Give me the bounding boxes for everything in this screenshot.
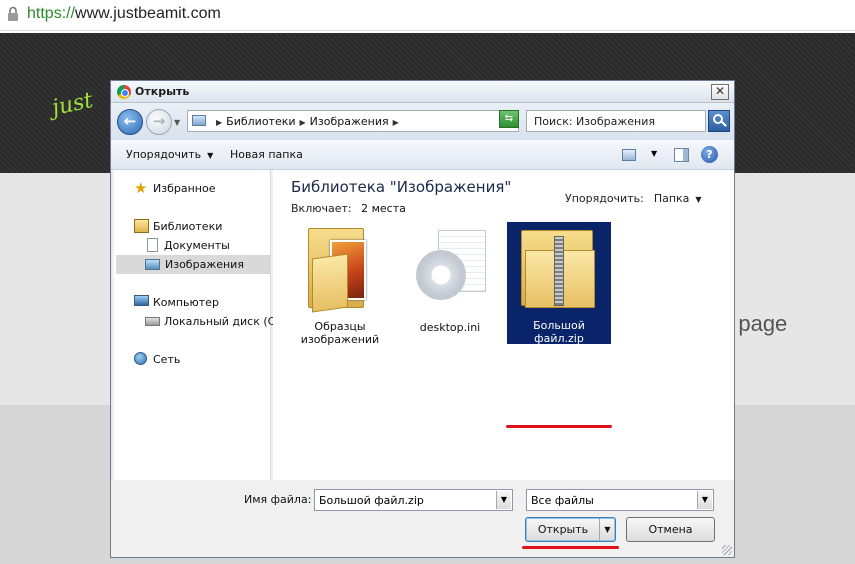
forward-button[interactable]: → [146,109,172,135]
file-item-big-zip[interactable]: Большой файл.zip [507,222,611,345]
command-toolbar: Упорядочить ▼ Новая папка ▼ ? [111,140,734,170]
chevron-right-icon[interactable]: ▶ [393,118,399,127]
computer-icon [134,295,149,306]
breadcrumb-images[interactable]: Изображения [310,115,389,128]
nav-item-favorites[interactable]: ★ Избранное [134,179,269,198]
hard-drive-icon [145,317,160,326]
chevron-down-icon[interactable]: ▼ [496,491,511,509]
address-bar[interactable]: ▶Библиотеки▶Изображения▶ ▼ [187,110,519,132]
file-type-value: Все файлы [531,494,594,507]
address-row: ← → ▼ ▶Библиотеки▶Изображения▶ ▼ ⇆ Поиск… [111,104,734,140]
dialog-footer: Имя файла: Большой файл.zip ▼ Все файлы … [111,480,734,557]
help-icon[interactable]: ? [701,146,718,163]
arrange-by: Упорядочить: Папка ▼ [565,192,702,205]
library-icon [192,115,206,126]
document-icon [147,238,158,252]
file-item-sample-pictures[interactable]: Образцы изображений [288,222,392,346]
refresh-button[interactable]: ⇆ [499,110,519,128]
chevron-down-icon[interactable]: ▼ [697,491,712,509]
open-file-dialog: Открыть ✕ ← → ▼ ▶ Библиотеки ▶ Изображения ▶… [110,80,735,558]
file-list-pane: Библиотека "Изображения" Включает: 2 мес… [273,170,734,480]
nav-item-computer[interactable]: Компьютер [134,293,269,312]
preview-pane-icon[interactable] [674,148,689,162]
network-icon [134,352,147,365]
nav-item-libraries[interactable]: Библиотеки [134,217,269,236]
chevron-down-icon: ▼ [207,151,214,160]
nav-item-label: Избранное [153,182,216,195]
nav-item-label: Документы [164,239,230,252]
nav-item-label: Локальный диск (C:) [164,315,284,328]
new-folder-button[interactable]: Новая папка [230,148,303,161]
image-library-icon [145,259,160,270]
chevron-right-icon[interactable]: ▶ [300,118,306,127]
change-view-icon[interactable] [622,149,636,161]
star-icon: ★ [134,179,148,197]
organize-button[interactable]: Упорядочить ▼ [126,148,213,161]
open-button-label: Открыть [537,523,589,536]
dialog-title: Открыть [135,85,190,98]
dialog-titlebar[interactable]: Открыть ✕ [111,81,734,103]
chevron-down-icon[interactable]: ▼ [599,518,615,541]
library-title: Библиотека "Изображения" [291,178,512,196]
file-name-line1: Большой файл.zip [533,319,585,345]
url-scheme: https:// [27,5,76,22]
url-text[interactable]: https://www.justbeamit.com [27,5,221,23]
filename-input[interactable]: Большой файл.zip ▼ [314,489,513,511]
includes-locations-link[interactable]: 2 места [361,202,406,215]
file-name: Образцы изображений [288,320,392,346]
chevron-down-icon: ▼ [695,195,702,204]
library-includes: Включает: 2 места [291,202,406,215]
open-button[interactable]: Открыть ▼ [525,517,616,542]
back-button[interactable]: ← [117,109,143,135]
organize-label: Упорядочить [126,148,202,161]
cancel-button[interactable]: Отмена [626,517,715,542]
cancel-button-label: Отмена [648,523,693,536]
navigation-pane: ★ Избранное Библиотеки Документы Изображе… [114,170,283,480]
nav-item-images[interactable]: Изображения [116,255,271,274]
file-type-select[interactable]: Все файлы ▼ [526,489,714,511]
annotation-underline [506,425,612,428]
file-name-line1: Образцы [314,320,366,333]
nav-item-local-disk[interactable]: Локальный диск (C:) [145,312,283,331]
file-name-line2: изображений [300,333,380,346]
file-name-line1: desktop.ini [419,321,481,334]
nav-item-label: Сеть [153,353,181,366]
search-icon-handle [721,121,727,127]
file-name: desktop.ini [398,321,502,334]
arrange-value: Папка [653,192,690,205]
filename-label: Имя файла: [244,493,312,506]
arrange-label: Упорядочить: [565,192,644,205]
includes-label: Включает: [291,202,352,215]
nav-item-label: Библиотеки [153,220,223,233]
nav-item-network[interactable]: Сеть [134,350,269,369]
search-placeholder: Поиск: Изображения [534,115,655,128]
chevron-right-icon[interactable]: ▶ [216,118,222,127]
recent-locations-dropdown[interactable]: ▼ [174,118,180,127]
file-item-desktop-ini[interactable]: desktop.ini [398,222,502,344]
lock-icon [8,6,18,21]
site-logo-small: just [49,87,96,122]
breadcrumb: ▶ Библиотеки ▶ Изображения ▶ [212,115,403,128]
library-icon [134,219,149,233]
chrome-icon [117,85,131,99]
file-name: Большой файл.zip [507,319,611,345]
nav-item-documents[interactable]: Документы [145,236,269,255]
breadcrumb-libraries[interactable]: Библиотеки [226,115,295,128]
resize-grip-icon[interactable] [722,545,732,555]
nav-item-label: Изображения [165,258,244,271]
arrange-by-dropdown[interactable]: Папка ▼ [654,192,702,205]
nav-item-label: Компьютер [153,296,219,309]
browser-address-bar[interactable]: https://www.justbeamit.com [0,0,855,31]
url-host: www.justbeamit.com [75,5,221,22]
search-input[interactable]: Поиск: Изображения [526,110,706,132]
close-button[interactable]: ✕ [711,84,729,100]
view-options-dropdown[interactable]: ▼ [651,149,657,158]
filename-value: Большой файл.zip [319,494,424,507]
annotation-underline [522,546,619,549]
search-button[interactable] [708,110,730,132]
